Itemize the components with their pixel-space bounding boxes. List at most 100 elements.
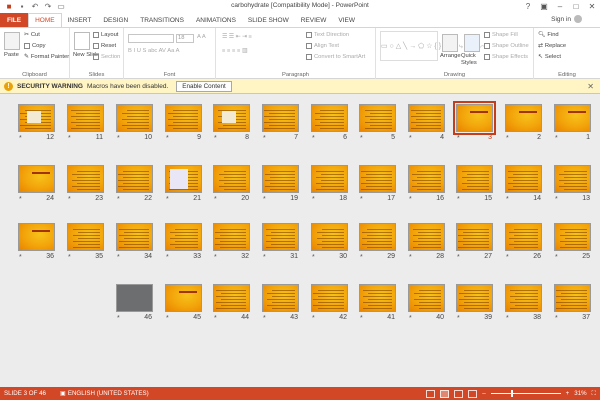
tab-animations[interactable]: ANIMATIONS — [190, 13, 242, 27]
slide-thumbnail[interactable]: * 24 — [18, 165, 55, 207]
cut-button[interactable]: ✂ Cut — [24, 32, 40, 38]
slide-thumbnail[interactable]: * 6 — [311, 104, 348, 146]
slide-thumbnail[interactable]: * 41 — [359, 284, 396, 326]
slide-thumbnail[interactable]: * 29 — [359, 223, 396, 265]
slide-thumbnail[interactable]: * 35 — [67, 223, 104, 265]
slide-thumbnail[interactable]: * 31 — [262, 223, 299, 265]
reading-view-button[interactable] — [454, 389, 464, 398]
slide-thumbnail[interactable]: * 16 — [408, 165, 445, 207]
slide-thumbnail[interactable]: * 44 — [213, 284, 250, 326]
reset-button[interactable]: Reset — [93, 43, 116, 49]
close-icon[interactable]: ✕ — [584, 0, 600, 12]
slide-thumbnail[interactable]: * 38 — [505, 284, 542, 326]
slide-thumbnail[interactable]: * 25 — [554, 223, 591, 265]
slide-thumbnail[interactable]: * 32 — [213, 223, 250, 265]
slide-thumbnail[interactable]: * 15 — [456, 165, 493, 207]
font-size-field[interactable]: 18 — [176, 34, 194, 43]
shapes-gallery[interactable]: ▭ ○ △ ╲ → ⬠ ☆ { } ↘ ⬡ ⤷ ◻ ▱ ⌒ — [380, 31, 485, 61]
tab-insert[interactable]: INSERT — [62, 13, 98, 27]
layout-button[interactable]: Layout — [93, 32, 118, 38]
align-buttons[interactable]: ≡ ≡ ≡ ≡ ▥ — [222, 48, 247, 54]
slide-thumbnail[interactable]: * 43 — [262, 284, 299, 326]
help-icon[interactable]: ? — [520, 0, 536, 12]
shape-fill-button[interactable]: Shape Fill — [484, 32, 518, 38]
slide-thumbnail[interactable]: * 19 — [262, 165, 299, 207]
slide-thumbnail[interactable]: * 37 — [554, 284, 591, 326]
tab-file[interactable]: FILE — [0, 13, 29, 27]
text-direction-button[interactable]: Text Direction — [306, 32, 349, 38]
enable-content-button[interactable]: Enable Content — [176, 80, 232, 92]
zoom-slider[interactable] — [490, 390, 561, 397]
tab-home[interactable]: HOME — [28, 13, 62, 27]
slide-thumbnail[interactable]: * 12 — [18, 104, 55, 146]
section-button[interactable]: Section — [93, 54, 120, 60]
shape-outline-button[interactable]: Shape Outline — [484, 43, 529, 49]
slide-thumbnail[interactable]: * 4 — [408, 104, 445, 146]
slide-thumbnail[interactable]: * 30 — [311, 223, 348, 265]
slide-thumbnail[interactable]: * 9 — [165, 104, 202, 146]
slide-thumbnail[interactable]: * 23 — [67, 165, 104, 207]
font-size-buttons[interactable]: A A — [197, 34, 206, 40]
slide-thumbnail[interactable]: * 40 — [408, 284, 445, 326]
quick-styles-button[interactable]: Quick Styles — [461, 53, 481, 67]
shape-effects-button[interactable]: Shape Effects — [484, 54, 528, 60]
align-text-button[interactable]: Align Text — [306, 43, 339, 49]
slide-thumbnail[interactable]: * 1 — [554, 104, 591, 146]
zoom-out-icon[interactable]: – — [482, 390, 485, 397]
slide-thumbnail[interactable]: * 14 — [505, 165, 542, 207]
slide-thumbnail[interactable]: * 45 — [165, 284, 202, 326]
slide-thumbnail[interactable]: * 33 — [165, 223, 202, 265]
slide-thumbnail[interactable]: * 36 — [18, 223, 55, 265]
tab-design[interactable]: DESIGN — [97, 13, 134, 27]
quick-styles-icon[interactable] — [464, 34, 480, 52]
font-name-field[interactable] — [128, 34, 174, 43]
slide-thumbnail[interactable]: * 34 — [116, 223, 153, 265]
slide-thumbnail[interactable]: * 39 — [456, 284, 493, 326]
find-button[interactable]: 🔍︎ Find — [538, 32, 559, 38]
zoom-in-icon[interactable]: + — [566, 390, 570, 397]
tab-slide-show[interactable]: SLIDE SHOW — [242, 13, 295, 27]
zoom-level[interactable]: 31% — [574, 390, 586, 397]
new-slide-icon[interactable] — [74, 32, 90, 50]
paste-button[interactable]: Paste — [4, 52, 19, 58]
language-indicator[interactable]: ▣ ENGLISH (UNITED STATES) — [60, 390, 149, 397]
slide-thumbnail[interactable]: * 2 — [505, 104, 542, 146]
slide-thumbnail[interactable]: * 26 — [505, 223, 542, 265]
slide-thumbnail[interactable]: * 7 — [262, 104, 299, 146]
ribbon-display-icon[interactable]: ▣ — [536, 0, 552, 12]
maximize-icon[interactable]: □ — [568, 0, 584, 12]
zoom-slider-knob[interactable] — [510, 390, 513, 397]
slide-thumbnail[interactable]: * 46 — [116, 284, 153, 326]
paste-icon[interactable] — [4, 32, 20, 50]
tab-view[interactable]: VIEW — [332, 13, 361, 27]
slide-thumbnail[interactable]: * 5 — [359, 104, 396, 146]
arrange-icon[interactable] — [442, 34, 458, 52]
arrange-button[interactable]: Arrange — [440, 53, 461, 59]
slide-thumbnail[interactable]: * 11 — [67, 104, 104, 146]
replace-button[interactable]: ⇄ Replace — [538, 43, 566, 49]
close-warning-icon[interactable]: ✕ — [587, 82, 594, 91]
format-painter-button[interactable]: ✎ Format Painter — [24, 54, 69, 60]
font-style-buttons[interactable]: B I U S abc AV Aa A — [128, 48, 179, 54]
slide-thumbnail[interactable]: * 42 — [311, 284, 348, 326]
slide-thumbnail[interactable]: * 21 — [165, 165, 202, 207]
slideshow-view-button[interactable] — [468, 389, 478, 398]
slide-thumbnail[interactable]: * 17 — [359, 165, 396, 207]
convert-smartart-button[interactable]: Convert to SmartArt — [306, 54, 365, 60]
select-button[interactable]: ↖ Select — [538, 54, 561, 60]
slide-sorter-view-button[interactable] — [440, 389, 450, 398]
slide-thumbnail[interactable]: * 13 — [554, 165, 591, 207]
slide-thumbnail[interactable]: * 20 — [213, 165, 250, 207]
list-buttons[interactable]: ☰ ☰ ⇤ ⇥ ≡ — [222, 34, 252, 40]
minimize-icon[interactable]: – — [552, 0, 568, 12]
tab-transitions[interactable]: TRANSITIONS — [134, 13, 190, 27]
copy-button[interactable]: Copy — [24, 43, 46, 49]
slide-thumbnail[interactable]: * 27 — [456, 223, 493, 265]
slide-thumbnail[interactable]: * 18 — [311, 165, 348, 207]
slide-thumbnail[interactable]: * 8 — [213, 104, 250, 146]
slide-thumbnail[interactable]: * 28 — [408, 223, 445, 265]
slide-thumbnail[interactable]: * 22 — [116, 165, 153, 207]
sign-in[interactable]: Sign in — [551, 15, 582, 23]
tab-review[interactable]: REVIEW — [295, 13, 333, 27]
slide-thumbnail[interactable]: * 10 — [116, 104, 153, 146]
